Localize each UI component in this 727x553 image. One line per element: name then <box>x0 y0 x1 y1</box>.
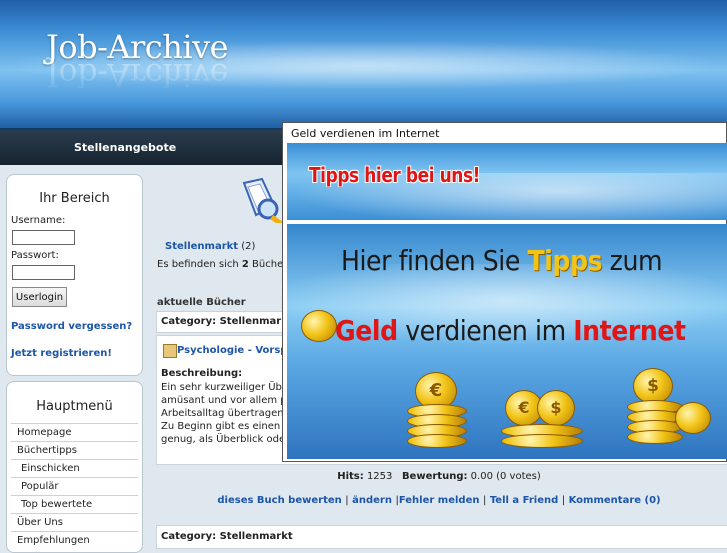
section-title: aktuelle Bücher <box>157 297 246 308</box>
main-menu-title: Hauptmenü <box>36 399 113 414</box>
password-label: Passwort: <box>11 250 59 261</box>
popup-ad-image[interactable]: Hier finden Sie Tipps zum Geld verdienen… <box>287 224 727 459</box>
menu-item-homepage[interactable]: Homepage <box>11 423 138 441</box>
register-link[interactable]: Jetzt registrieren! <box>11 348 112 359</box>
coin-icon <box>301 310 337 342</box>
rate-book-link[interactable]: dieses Buch bewerten <box>217 495 341 506</box>
site-logo-reflection: Job-Archive <box>46 56 229 94</box>
category-info: Es befinden sich 2 Bücher in <box>157 259 300 270</box>
edit-link[interactable]: ändern <box>352 495 392 506</box>
magnifier-icon <box>242 177 283 223</box>
report-error-link[interactable]: Fehler melden <box>399 495 480 506</box>
ad-headline: Hier finden Sie Tipps zum <box>341 244 663 277</box>
nav-item-stellenangebote[interactable]: Stellenangebote <box>74 141 176 154</box>
category-link-stellenmarkt[interactable]: Stellenmarkt <box>165 241 238 252</box>
username-input[interactable] <box>12 230 75 245</box>
menu-item-buechertipps[interactable]: Büchertipps <box>11 441 138 459</box>
tell-a-friend-link[interactable]: Tell a Friend <box>490 495 558 506</box>
description-text: Ein sehr kurzweiliger Überl amüsant und … <box>161 382 301 445</box>
popup-title: Geld verdienen im Internet <box>291 127 440 140</box>
menu-item-ueber-uns[interactable]: Über Uns <box>11 513 138 531</box>
category-count: (2) <box>241 241 256 252</box>
forgot-password-link[interactable]: Password vergessen? <box>11 321 132 332</box>
menu-item-populaer[interactable]: Populär <box>11 477 138 495</box>
userlogin-button[interactable]: Userlogin <box>12 287 67 307</box>
book-icon <box>163 344 177 358</box>
main-menu-box: Hauptmenü Homepage Büchertipps Einschick… <box>6 381 143 553</box>
header-banner: Job-Archive Job-Archive <box>0 0 727 130</box>
ad-popup[interactable]: Geld verdienen im Internet Tipps hier be… <box>282 122 727 462</box>
username-label: Username: <box>11 215 66 226</box>
login-box: Ihr Bereich Username: Passwort: Userlogi… <box>6 174 143 376</box>
menu-item-einschicken[interactable]: Einschicken <box>11 459 138 477</box>
comments-link[interactable]: Kommentare (0) <box>569 495 661 506</box>
login-box-title: Ihr Bereich <box>39 191 110 206</box>
popup-banner[interactable]: Tipps hier bei uns! <box>287 143 727 220</box>
category-row-2: Category: Stellenmarkt <box>156 525 727 549</box>
description-label: Beschreibung: <box>161 368 243 379</box>
book-actions: dieses Buch bewerten | ändern |Fehler me… <box>217 495 661 506</box>
menu-item-empfehlungen[interactable]: Empfehlungen <box>11 531 138 549</box>
hits-rating-line: Hits: 1253 Bewertung: 0.00 (0 votes) <box>337 471 541 482</box>
banner-text: Tipps hier bei uns! <box>309 163 481 187</box>
password-input[interactable] <box>12 265 75 280</box>
ad-subheadline: Geld verdienen im Internet <box>335 314 686 347</box>
menu-item-top-bewertete[interactable]: Top bewertete <box>11 495 138 513</box>
